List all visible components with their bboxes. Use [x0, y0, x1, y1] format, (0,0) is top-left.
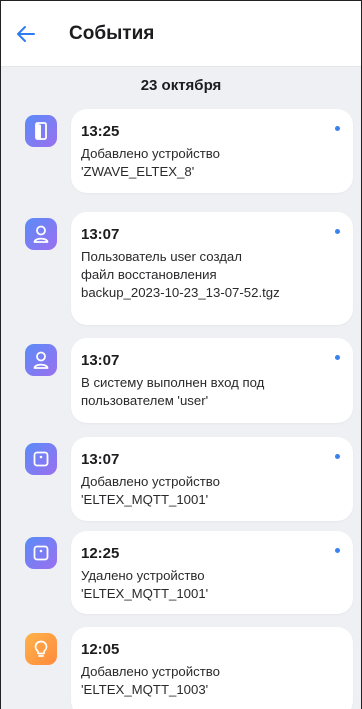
event-time: 13:07: [81, 352, 120, 369]
event-text-line: Удалено устройство: [81, 568, 205, 583]
event-text: Добавлено устройство 'ELTEX_MQTT_1003': [81, 663, 339, 699]
event-text: Пользователь user создал файл восстановл…: [81, 248, 339, 302]
lightbulb-icon: [25, 633, 57, 665]
unread-dot: [335, 355, 340, 360]
event-text-line: пользователем 'user': [81, 393, 209, 408]
event-card[interactable]: 13:07 Пользователь user создал файл восс…: [71, 212, 353, 325]
page-title: События: [69, 22, 155, 44]
event-card[interactable]: 12:05 Добавлено устройство 'ELTEX_MQTT_1…: [71, 627, 353, 709]
event-time: 12:05: [81, 641, 120, 658]
back-button[interactable]: [15, 9, 65, 59]
app-header: События: [1, 1, 361, 67]
event-card[interactable]: 13:25 Добавлено устройство 'ZWAVE_ELTEX_…: [71, 109, 353, 193]
events-screen: События 23 октября 13:25 Добавлено устро…: [0, 0, 362, 709]
event-text-line: 'ZWAVE_ELTEX_8': [81, 164, 195, 179]
event-text-line: В систему выполнен вход под: [81, 375, 265, 390]
event-text-line: backup_2023-10-23_13-07-52.tgz: [81, 285, 280, 300]
event-item[interactable]: 13:07 Добавлено устройство 'ELTEX_MQTT_1…: [1, 437, 361, 521]
event-text-line: 'ELTEX_MQTT_1001': [81, 492, 209, 507]
event-time: 13:07: [81, 451, 120, 468]
device-icon: [25, 537, 57, 569]
event-text: Добавлено устройство 'ELTEX_MQTT_1001': [81, 473, 339, 509]
event-text: Удалено устройство 'ELTEX_MQTT_1001': [81, 567, 339, 603]
event-text-line: 'ELTEX_MQTT_1003': [81, 682, 209, 697]
event-text: В систему выполнен вход под пользователе…: [81, 374, 339, 410]
event-card[interactable]: 13:07 В систему выполнен вход под пользо…: [71, 338, 353, 423]
event-time: 13:25: [81, 123, 120, 140]
unread-dot: [335, 126, 340, 131]
event-time: 13:07: [81, 226, 120, 243]
event-card[interactable]: 13:07 Добавлено устройство 'ELTEX_MQTT_1…: [71, 437, 353, 521]
event-item[interactable]: 12:25 Удалено устройство 'ELTEX_MQTT_100…: [1, 531, 361, 614]
event-card[interactable]: 12:25 Удалено устройство 'ELTEX_MQTT_100…: [71, 531, 353, 614]
user-icon: [25, 344, 57, 376]
event-time: 12:25: [81, 545, 120, 562]
user-icon: [25, 218, 57, 250]
device-icon: [25, 443, 57, 475]
event-item[interactable]: 13:07 Пользователь user создал файл восс…: [1, 212, 361, 325]
event-text-line: 'ELTEX_MQTT_1001': [81, 586, 209, 601]
event-text-line: Добавлено устройство: [81, 664, 220, 679]
unread-dot: [335, 548, 340, 553]
arrow-left-icon: [17, 25, 35, 42]
unread-dot: [335, 454, 340, 459]
event-text-line: файл восстановления: [81, 267, 217, 282]
door-icon: [25, 115, 57, 147]
event-text: Добавлено устройство 'ZWAVE_ELTEX_8': [81, 145, 339, 181]
event-item[interactable]: 13:07 В систему выполнен вход под пользо…: [1, 338, 361, 423]
event-item[interactable]: 12:05 Добавлено устройство 'ELTEX_MQTT_1…: [1, 627, 361, 709]
event-item[interactable]: 13:25 Добавлено устройство 'ZWAVE_ELTEX_…: [1, 109, 361, 193]
unread-dot: [335, 229, 340, 234]
date-group-header: 23 октября: [140, 77, 222, 94]
event-text-line: Пользователь user создал: [81, 249, 242, 264]
event-text-line: Добавлено устройство: [81, 474, 220, 489]
event-text-line: Добавлено устройство: [81, 146, 220, 161]
